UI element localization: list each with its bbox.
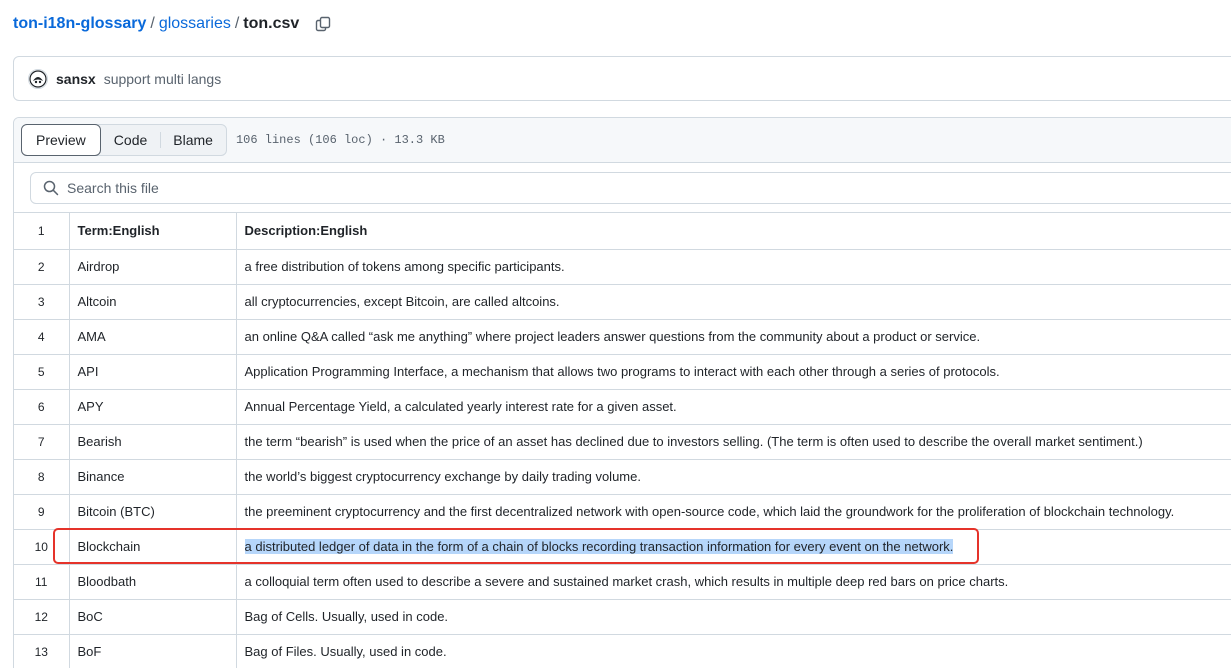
search-input[interactable] (67, 180, 667, 196)
line-number[interactable]: 2 (14, 249, 70, 285)
table-row: 4 AMA an online Q&A called “ask me anythin… (14, 319, 1231, 355)
term-cell: Binance (69, 459, 237, 495)
description-cell: a colloquial term often used to describe… (236, 564, 1231, 600)
description-cell: a distributed ledger of data in the form… (236, 529, 1231, 565)
description-cell: Bag of Cells. Usually, used in code. (236, 599, 1231, 635)
description-cell: Application Programming Interface, a mec… (236, 354, 1231, 390)
copy-path-button[interactable] (313, 14, 333, 34)
table-header-row: 1 Term:English Description:English (14, 213, 1231, 250)
line-number[interactable]: 8 (14, 459, 70, 495)
table-row: 13 BoF Bag of Files. Usually, used in code… (14, 634, 1231, 668)
term-cell: Blockchain (69, 529, 237, 565)
line-number[interactable]: 7 (14, 424, 70, 460)
table-row: 6 APY Annual Percentage Yield, a calculate… (14, 389, 1231, 425)
latest-commit-box: sansx support multi langs (13, 56, 1231, 101)
csv-table: 1 Term:English Description:English 2 Aird… (14, 213, 1231, 668)
breadcrumb-dir-link[interactable]: glossaries (159, 15, 231, 33)
view-mode-toggle: Preview Code Blame (21, 124, 227, 156)
term-cell: AMA (69, 319, 237, 355)
avatar[interactable] (28, 68, 48, 89)
description-cell: an online Q&A called “ask me anything” w… (236, 319, 1231, 355)
commit-message[interactable]: support multi langs (104, 71, 222, 87)
table-row: 3 Altcoin all cryptocurrencies, except Bit… (14, 284, 1231, 320)
description-cell: the preeminent cryptocurrency and the fi… (236, 494, 1231, 530)
copy-icon (316, 16, 331, 32)
description-cell: all cryptocurrencies, except Bitcoin, ar… (236, 284, 1231, 320)
file-meta: 106 lines (106 loc) · 13.3 KB (235, 133, 445, 147)
line-number[interactable]: 9 (14, 494, 70, 530)
file-panel: Preview Code Blame 106 lines (106 loc) ·… (13, 117, 1231, 668)
term-cell: BoC (69, 599, 237, 635)
description-cell: the term “bearish” is used when the pric… (236, 424, 1231, 460)
table-row: 11 Bloodbath a colloquial term often used … (14, 564, 1231, 600)
table-row: 10 Blockchain a distributed ledger of data… (14, 529, 1231, 565)
line-number[interactable]: 12 (14, 599, 70, 635)
search-box[interactable] (30, 172, 1231, 204)
search-icon (43, 180, 59, 196)
term-cell: Bitcoin (BTC) (69, 494, 237, 530)
search-bar (14, 163, 1231, 213)
term-cell: Bloodbath (69, 564, 237, 600)
description-cell: a free distribution of tokens among spec… (236, 249, 1231, 285)
column-header-term: Term:English (69, 213, 237, 250)
line-number[interactable]: 5 (14, 354, 70, 390)
tab-code[interactable]: Code (101, 125, 160, 155)
breadcrumb-repo-link[interactable]: ton-i18n-glossary (13, 15, 146, 33)
term-cell: Bearish (69, 424, 237, 460)
term-cell: APY (69, 389, 237, 425)
line-number[interactable]: 6 (14, 389, 70, 425)
avatar-icon (29, 69, 47, 88)
description-cell: Annual Percentage Yield, a calculated ye… (236, 389, 1231, 425)
line-number[interactable]: 3 (14, 284, 70, 320)
commit-author[interactable]: sansx (56, 71, 96, 87)
table-body: 2 Airdrop a free distribution of tokens am… (14, 249, 1231, 668)
description-cell: the world’s biggest cryptocurrency excha… (236, 459, 1231, 495)
term-cell: Airdrop (69, 249, 237, 285)
column-header-description: Description:English (236, 213, 1231, 250)
breadcrumb-separator: / (234, 15, 240, 32)
table-row: 8 Binance the world’s biggest cryptocurren… (14, 459, 1231, 495)
term-cell: Altcoin (69, 284, 237, 320)
table-row: 9 Bitcoin (BTC) the preeminent cryptocurre… (14, 494, 1231, 530)
selected-text: a distributed ledger of data in the form… (244, 539, 954, 554)
table-row: 12 BoC Bag of Cells. Usually, used in code… (14, 599, 1231, 635)
page: ton-i18n-glossary / glossaries / ton.csv… (0, 0, 1231, 668)
term-cell: API (69, 354, 237, 390)
line-number[interactable]: 1 (14, 213, 70, 250)
breadcrumb: ton-i18n-glossary / glossaries / ton.csv (13, 12, 333, 36)
table-row: 7 Bearish the term “bearish” is used when … (14, 424, 1231, 460)
file-header: Preview Code Blame 106 lines (106 loc) ·… (14, 118, 1231, 163)
line-number[interactable]: 11 (14, 564, 70, 600)
tab-blame[interactable]: Blame (160, 125, 226, 155)
breadcrumb-separator: / (150, 15, 155, 32)
line-number[interactable]: 10 (14, 529, 70, 565)
table-row: 2 Airdrop a free distribution of tokens am… (14, 249, 1231, 285)
description-cell: Bag of Files. Usually, used in code. (236, 634, 1231, 668)
term-cell: BoF (69, 634, 237, 668)
breadcrumb-file-name: ton.csv (243, 15, 300, 32)
line-number[interactable]: 4 (14, 319, 70, 355)
line-number[interactable]: 13 (14, 634, 70, 668)
table-row: 5 API Application Programming Interface, a… (14, 354, 1231, 390)
tab-preview[interactable]: Preview (21, 124, 101, 156)
